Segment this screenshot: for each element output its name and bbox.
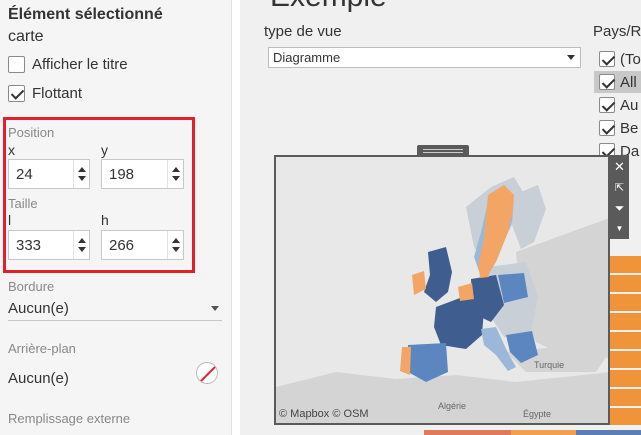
background-value: Aucun(e)	[8, 369, 69, 387]
width-stepper[interactable]	[8, 230, 90, 260]
map-label-egypt: Égypte	[523, 409, 552, 419]
height-input[interactable]	[102, 231, 168, 259]
position-section-label: Position	[8, 125, 55, 140]
outer-padding-label: Remplissage externe	[8, 411, 131, 426]
map-label-algeria: Algérie	[438, 401, 467, 411]
more-options-icon[interactable]: ▼	[610, 218, 629, 238]
y-stepper[interactable]	[101, 159, 184, 189]
map-label-turkey: Turquie	[534, 360, 565, 370]
bar-mark[interactable]	[608, 275, 641, 292]
country-label: All	[620, 73, 637, 91]
close-icon[interactable]: ✕	[610, 157, 629, 177]
land-denmark	[479, 265, 489, 278]
object-toolbar: ✕ ⇱ ⏷ ▼	[610, 155, 629, 239]
show-title-checkbox[interactable]	[8, 56, 25, 73]
country-checkbox[interactable]	[599, 97, 615, 113]
country-checkbox[interactable]	[599, 120, 615, 136]
increment-icon[interactable]	[77, 167, 86, 172]
height-stepper[interactable]	[101, 230, 184, 260]
dashboard-title: Exemple	[270, 0, 387, 14]
border-value: Aucun(e)	[8, 300, 69, 317]
country-checkbox[interactable]	[599, 74, 615, 90]
chevron-down-icon[interactable]	[567, 55, 575, 60]
panel-title: Élément sélectionné	[8, 6, 163, 23]
width-label: l	[8, 212, 12, 228]
chevron-down-icon[interactable]	[211, 306, 219, 311]
layout-panel: Élément sélectionné carte Afficher le ti…	[0, 0, 232, 435]
country-filter-item[interactable]: Au	[599, 94, 641, 116]
country-filter-item[interactable]: (To	[599, 48, 641, 70]
country-label: Be	[620, 119, 639, 137]
countries-filter-title: Pays/R	[593, 23, 641, 40]
decrement-icon[interactable]	[77, 176, 86, 181]
y-stepper-arrows[interactable]	[167, 160, 183, 188]
country-label: (To	[620, 50, 641, 68]
increment-icon[interactable]	[77, 238, 86, 243]
bar-mark[interactable]	[608, 332, 641, 349]
increment-icon[interactable]	[171, 167, 180, 172]
decrement-icon[interactable]	[171, 176, 180, 181]
bottom-chart-strip	[424, 430, 641, 435]
selected-object-name: carte	[8, 28, 44, 45]
floating-checkbox[interactable]	[8, 85, 25, 102]
country-label: Au	[620, 96, 639, 114]
x-stepper-arrows[interactable]	[73, 160, 89, 188]
width-stepper-arrows[interactable]	[73, 231, 89, 259]
floating-label: Flottant	[32, 85, 83, 102]
width-input[interactable]	[9, 231, 74, 259]
height-stepper-arrows[interactable]	[167, 231, 183, 259]
country-checkbox[interactable]	[599, 51, 615, 67]
y-input[interactable]	[102, 160, 168, 188]
x-label: x	[8, 142, 15, 158]
y-label: y	[101, 142, 108, 158]
bar-mark[interactable]	[608, 313, 641, 330]
bar-mark[interactable]	[608, 256, 641, 273]
size-section-label: Taille	[8, 196, 38, 211]
bar-mark[interactable]	[608, 408, 641, 425]
show-title-label: Afficher le titre	[32, 56, 128, 73]
country-filter-item[interactable]: Be	[599, 117, 641, 139]
decrement-icon[interactable]	[171, 247, 180, 252]
country-filter-item[interactable]: All	[594, 71, 641, 93]
view-type-label: type de vue	[264, 23, 342, 40]
open-external-icon[interactable]: ⇱	[610, 177, 629, 197]
border-label: Bordure	[8, 279, 55, 294]
decrement-icon[interactable]	[77, 247, 86, 252]
view-type-dropdown[interactable]: Diagramme	[268, 47, 581, 68]
height-label: h	[101, 212, 109, 228]
filter-icon[interactable]: ⏷	[610, 198, 629, 218]
bar-mark[interactable]	[608, 294, 641, 311]
background-dropdown[interactable]: Aucun(e)	[8, 366, 188, 390]
floating-option[interactable]: Flottant	[8, 85, 82, 102]
bar-mark[interactable]	[608, 351, 641, 368]
x-stepper[interactable]	[8, 159, 90, 189]
bar-mark[interactable]	[608, 370, 641, 387]
bar-mark[interactable]	[608, 389, 641, 406]
increment-icon[interactable]	[171, 238, 180, 243]
no-color-swatch-icon[interactable]	[196, 362, 218, 384]
show-title-option[interactable]: Afficher le titre	[8, 56, 128, 73]
europe-map	[276, 157, 608, 423]
border-dropdown[interactable]: Aucun(e)	[8, 297, 222, 321]
x-input[interactable]	[9, 160, 74, 188]
map-attribution: © Mapbox © OSM	[279, 408, 369, 420]
map-view[interactable]: Turquie Algérie Égypte	[274, 155, 610, 425]
background-label: Arrière-plan	[8, 341, 76, 356]
view-type-value: Diagramme	[273, 50, 341, 65]
